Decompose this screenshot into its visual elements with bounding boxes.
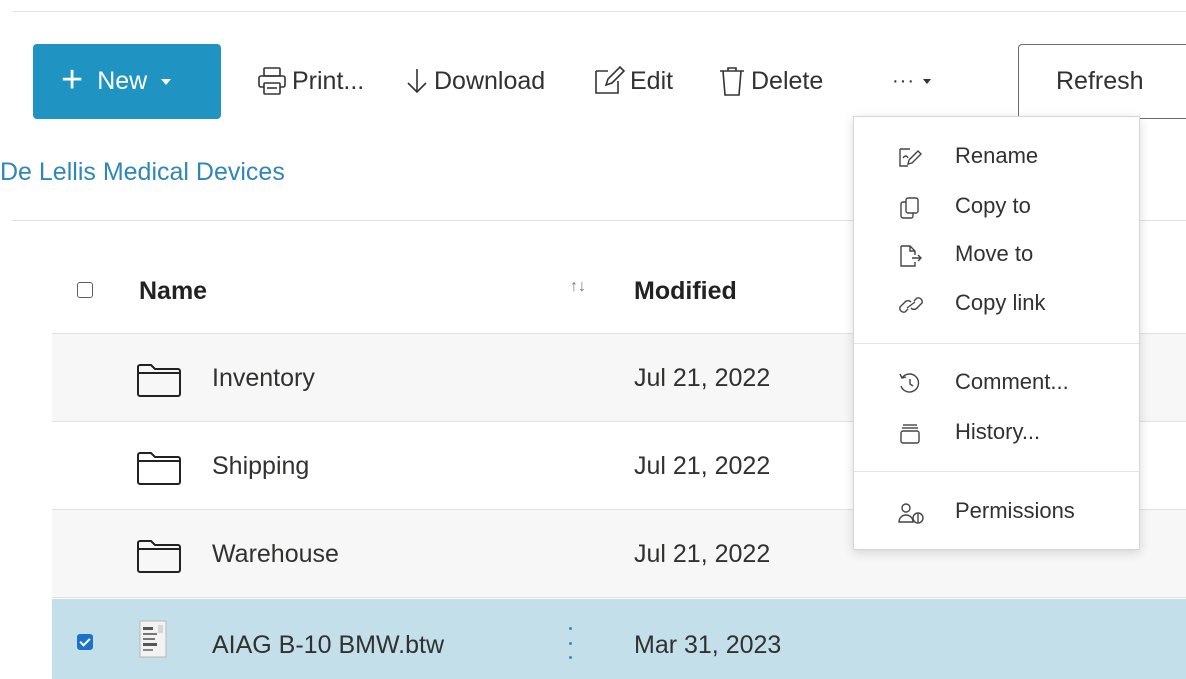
menu-label: Copy to [955, 193, 1031, 218]
print-label: Print... [292, 66, 365, 95]
refresh-button[interactable]: Refresh [1018, 44, 1186, 119]
ellipsis-icon: ··· [892, 69, 915, 92]
history-icon [898, 422, 920, 444]
row-modified: Jul 21, 2022 [634, 452, 771, 480]
menu-label: Permissions [955, 498, 1075, 523]
menu-item-permissions[interactable]: Permissions [854, 493, 1139, 529]
top-divider [12, 11, 1186, 12]
menu-label: Move to [955, 241, 1034, 266]
menu-label: History... [955, 419, 1041, 444]
column-header-name[interactable]: Name [139, 277, 207, 306]
menu-item-copy-to[interactable]: Copy to [854, 188, 1139, 224]
copy-icon [898, 196, 920, 219]
download-button[interactable]: Download [404, 62, 545, 100]
breadcrumb[interactable]: De Lellis Medical Devices [0, 158, 285, 187]
download-label: Download [434, 66, 546, 95]
row-checkbox[interactable] [77, 634, 93, 650]
delete-label: Delete [751, 66, 824, 95]
history-comment-icon [898, 372, 920, 394]
row-modified: Mar 31, 2023 [634, 631, 782, 659]
new-label: New [97, 67, 148, 95]
row-name[interactable]: Shipping [212, 452, 309, 481]
menu-divider [854, 343, 1139, 344]
rename-icon [898, 146, 922, 168]
menu-item-history[interactable]: History... [854, 414, 1139, 450]
edit-icon [592, 65, 626, 97]
more-actions-menu: Rename Copy to Move to Copy link Comment… [853, 116, 1140, 550]
menu-item-move-to[interactable]: Move to [854, 236, 1139, 272]
column-header-modified[interactable]: Modified [634, 277, 737, 306]
trash-icon [717, 65, 747, 97]
permissions-icon [898, 501, 924, 524]
menu-item-comment[interactable]: Comment... [854, 364, 1139, 400]
select-all-checkbox[interactable] [77, 282, 93, 298]
more-actions-button[interactable]: ··· [892, 62, 931, 100]
move-icon [898, 244, 922, 267]
edit-button[interactable]: Edit [592, 62, 673, 100]
delete-button[interactable]: Delete [717, 62, 823, 100]
menu-label: Comment... [955, 369, 1069, 394]
btw-file-icon [136, 619, 182, 666]
chevron-down-icon [161, 78, 172, 85]
menu-item-rename[interactable]: Rename [854, 138, 1139, 174]
menu-divider [854, 471, 1139, 472]
row-name[interactable]: Inventory [212, 364, 315, 393]
row-name[interactable]: Warehouse [212, 540, 339, 569]
chevron-down-icon [922, 78, 931, 84]
plus-icon: + [61, 58, 84, 101]
refresh-label: Refresh [1056, 67, 1144, 95]
edit-label: Edit [630, 66, 674, 95]
table-row-selected[interactable]: AIAG B-10 BMW.btw Mar 31, 2023 [52, 599, 1186, 679]
print-button[interactable]: Print... [256, 62, 364, 100]
menu-item-copy-link[interactable]: Copy link [854, 285, 1139, 321]
sort-icon[interactable]: ↑↓ [570, 278, 586, 296]
menu-label: Rename [955, 143, 1039, 168]
folder-icon [136, 538, 182, 579]
new-button[interactable]: + New [33, 44, 221, 119]
menu-label: Copy link [955, 290, 1046, 315]
row-modified: Jul 21, 2022 [634, 540, 771, 568]
row-name[interactable]: AIAG B-10 BMW.btw [212, 631, 444, 660]
download-icon [404, 66, 430, 96]
row-modified: Jul 21, 2022 [634, 364, 771, 392]
folder-icon [136, 362, 182, 403]
link-icon [898, 293, 923, 315]
printer-icon [256, 66, 288, 96]
more-options-icon[interactable] [565, 623, 575, 663]
folder-icon [136, 450, 182, 491]
